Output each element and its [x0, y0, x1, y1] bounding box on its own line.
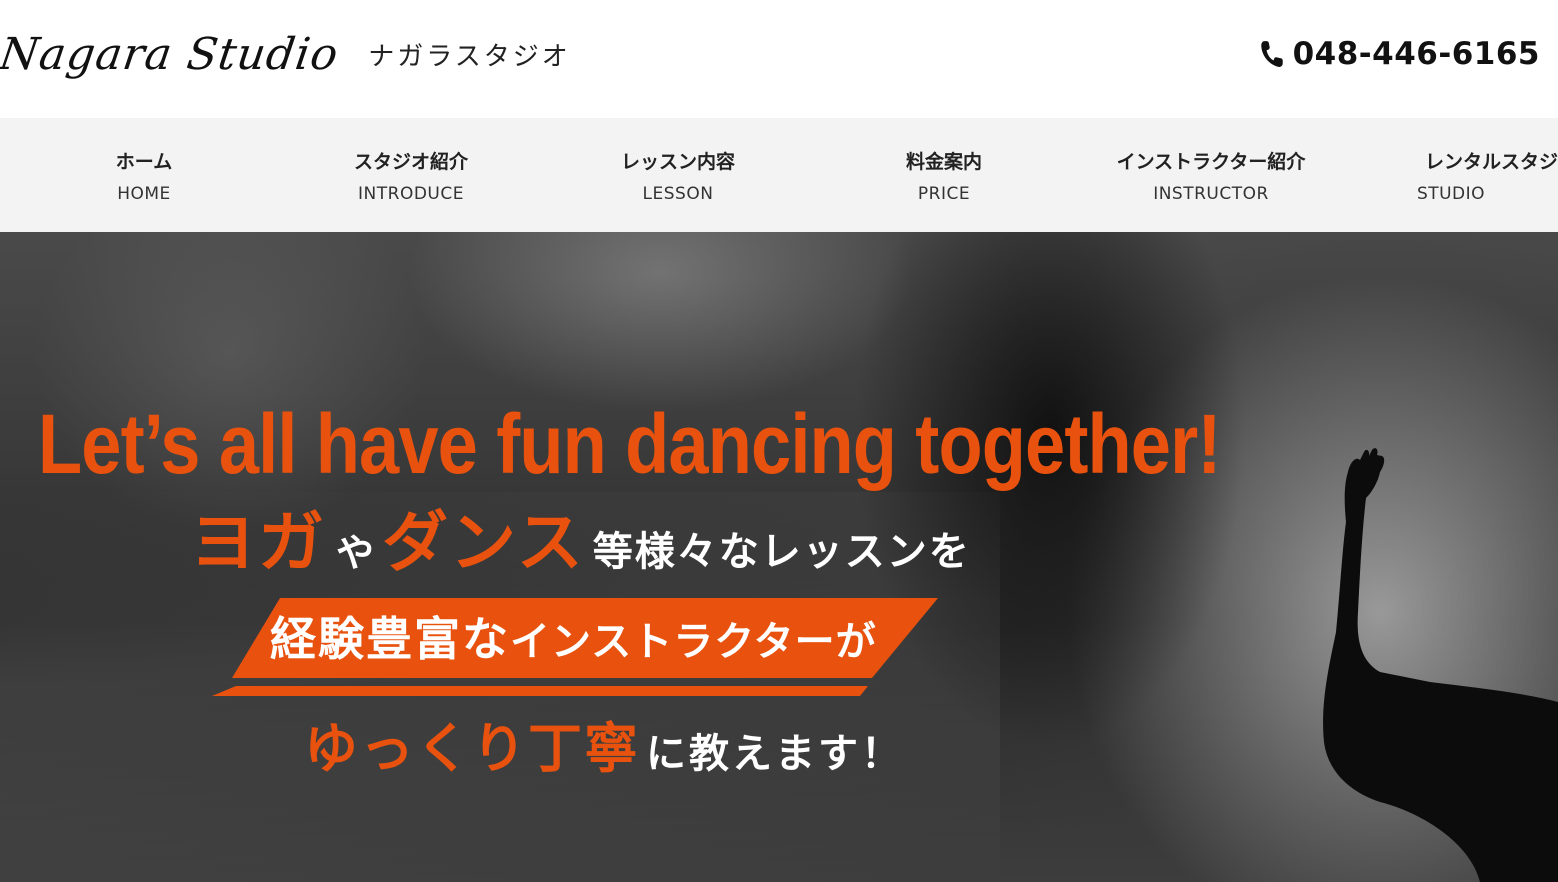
nav-item-introduce[interactable]: スタジオ紹介 INTRODUCE — [277, 118, 545, 232]
hero-banner: Let’s all have fun dancing together! ヨガ … — [0, 232, 1558, 882]
nav-label-en: HOME — [117, 183, 171, 204]
nav-item-home[interactable]: ホーム HOME — [10, 118, 278, 232]
hero-word-ya: や — [336, 531, 377, 575]
nav-label-ja: レンタルスタジオ — [1425, 150, 1558, 173]
hero-word-ga: が — [835, 619, 877, 665]
logo-kana-text: ナガラスタジオ — [368, 41, 571, 72]
hero-word-dance: ダンス — [382, 504, 585, 581]
phone-number: 048-446-6165 — [1292, 36, 1540, 72]
main-nav: ホーム HOME スタジオ紹介 INTRODUCE レッスン内容 LESSON … — [0, 118, 1558, 232]
hero-word-instructor: インストラクター — [510, 619, 836, 665]
site-logo[interactable]: Nagara Studio ナガラスタジオ — [0, 14, 571, 94]
nav-label-ja: スタジオ紹介 — [353, 150, 468, 173]
nav-item-studio[interactable]: レンタルスタジオ STUDIO — [1344, 118, 1558, 232]
hero-word-yoga: ヨガ — [190, 504, 326, 581]
nav-item-instructor[interactable]: インストラクター紹介 INSTRUCTOR — [1077, 118, 1345, 232]
nav-label-ja: レッスン内容 — [620, 150, 735, 173]
hero-line-lessons: ヨガ や ダンス 等様々なレッスンを — [190, 510, 971, 576]
hero-text-teach: に教えます！ — [646, 731, 904, 777]
hero-text-lessons: 等様々なレッスンを — [592, 529, 971, 575]
nav-label-en: INTRODUCE — [358, 183, 464, 204]
site-header: Nagara Studio ナガラスタジオ 048-446-6165 — [0, 0, 1558, 118]
nav-label-ja: インストラクター紹介 — [1116, 150, 1306, 173]
hero-word-slowly: ゆっくり丁寧 — [304, 717, 640, 780]
hero-line-instructor: 経験豊富な インストラクター が — [270, 616, 877, 662]
nav-label-ja: ホーム — [115, 150, 173, 173]
hero-line-teach: ゆっくり丁寧 に教えます！ — [304, 722, 904, 776]
hero-tagline: Let’s all have fun dancing together! — [38, 397, 1221, 491]
nav-item-lesson[interactable]: レッスン内容 LESSON — [544, 118, 812, 232]
nav-label-en: PRICE — [917, 183, 971, 204]
phone-contact[interactable]: 048-446-6165 — [1259, 36, 1540, 72]
nav-label-en: INSTRUCTOR — [1153, 183, 1269, 204]
logo-script-text: Nagara Studio — [0, 28, 342, 80]
nav-item-price[interactable]: 料金案内 PRICE — [810, 118, 1078, 232]
hero-word-experienced: 経験豊富な — [270, 612, 510, 666]
nav-label-en: LESSON — [642, 183, 714, 204]
nav-label-en: STUDIO — [1416, 183, 1486, 204]
nav-label-ja: 料金案内 — [905, 150, 982, 173]
dancer-silhouette — [1323, 448, 1558, 882]
phone-icon — [1260, 41, 1283, 67]
